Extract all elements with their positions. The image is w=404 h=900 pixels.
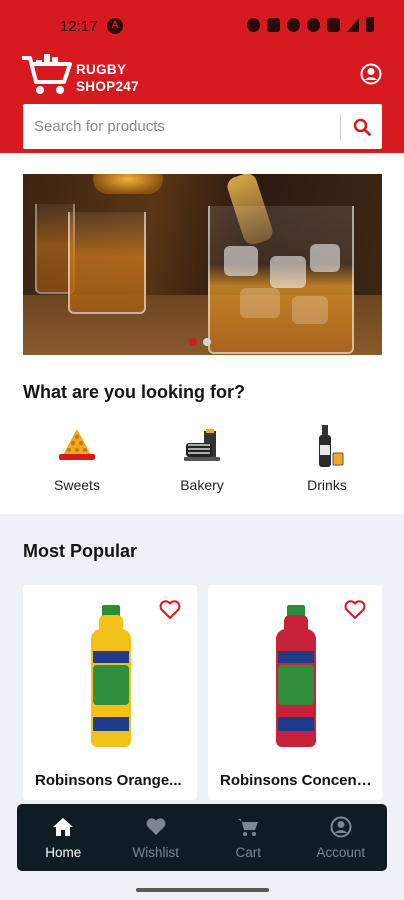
brand-name: RUGBY SHOP247 <box>76 62 139 94</box>
category-label: Bakery <box>180 477 224 493</box>
bakery-icon <box>180 425 224 465</box>
product-card[interactable]: Robinsons Orange... <box>23 585 197 800</box>
wishlist-heart-icon[interactable] <box>344 600 366 620</box>
most-popular-title: Most Popular <box>23 541 138 561</box>
category-sweets[interactable]: Sweets <box>22 425 132 495</box>
brand-logo[interactable]: RUGBY SHOP247 <box>20 52 140 98</box>
search-button[interactable] <box>341 104 382 149</box>
nav-label: Wishlist <box>132 845 180 860</box>
nav-label: Home <box>45 845 82 860</box>
product-card[interactable]: Robinsons Concent... <box>208 585 382 800</box>
product-title: Robinsons Orange... <box>35 772 182 789</box>
signal-icon <box>347 17 359 32</box>
account-icon[interactable] <box>360 63 382 85</box>
battery-icon <box>366 17 374 32</box>
debug-icon <box>267 17 280 32</box>
nav-label: Cart <box>235 845 261 860</box>
product-image-summer-fruits-squash <box>274 605 318 747</box>
account-icon <box>330 816 352 838</box>
bluetooth-icon <box>287 17 300 32</box>
category-bakery[interactable]: Bakery <box>147 425 257 495</box>
nav-label: Account <box>316 845 366 860</box>
heart-icon <box>146 818 166 835</box>
drinks-icon <box>305 425 349 467</box>
category-label: Drinks <box>307 477 347 493</box>
search-bar[interactable]: Search for products <box>23 104 382 149</box>
nav-wishlist[interactable]: Wishlist <box>110 804 203 871</box>
shopping-cart-logo-icon <box>22 54 72 94</box>
system-home-indicator[interactable] <box>136 888 269 892</box>
wifi-icon <box>307 17 320 32</box>
app-header: 12:17 A RUGBY SHOP247 Search for product… <box>0 0 404 153</box>
product-title: Robinsons Concent... <box>220 772 372 789</box>
product-image-orange-squash <box>89 605 133 747</box>
nav-account[interactable]: Account <box>295 804 388 871</box>
alarm-icon <box>247 17 260 32</box>
wishlist-heart-icon[interactable] <box>159 600 181 620</box>
search-icon <box>353 118 371 136</box>
carousel-dot[interactable] <box>189 338 197 346</box>
data-saver-icon <box>327 17 340 32</box>
status-bar: 12:17 A <box>0 0 404 44</box>
promo-banner-carousel[interactable] <box>23 174 382 355</box>
home-icon <box>53 818 74 836</box>
nav-cart[interactable]: Cart <box>202 804 295 871</box>
status-time: 12:17 <box>60 18 98 35</box>
sweets-icon <box>55 425 99 465</box>
search-input[interactable]: Search for products <box>23 118 340 135</box>
status-icons <box>247 17 374 32</box>
whisky-glass-image <box>208 206 354 354</box>
notification-badge: A <box>107 18 123 34</box>
category-drinks[interactable]: Drinks <box>272 425 382 495</box>
cart-icon <box>238 819 259 836</box>
carousel-dot[interactable] <box>203 338 211 346</box>
categories-title: What are you looking for? <box>23 382 246 402</box>
category-label: Sweets <box>54 477 100 493</box>
bottom-navigation: Home Wishlist Cart Account <box>17 804 387 871</box>
nav-home[interactable]: Home <box>17 804 110 871</box>
carousel-indicators <box>189 338 211 346</box>
